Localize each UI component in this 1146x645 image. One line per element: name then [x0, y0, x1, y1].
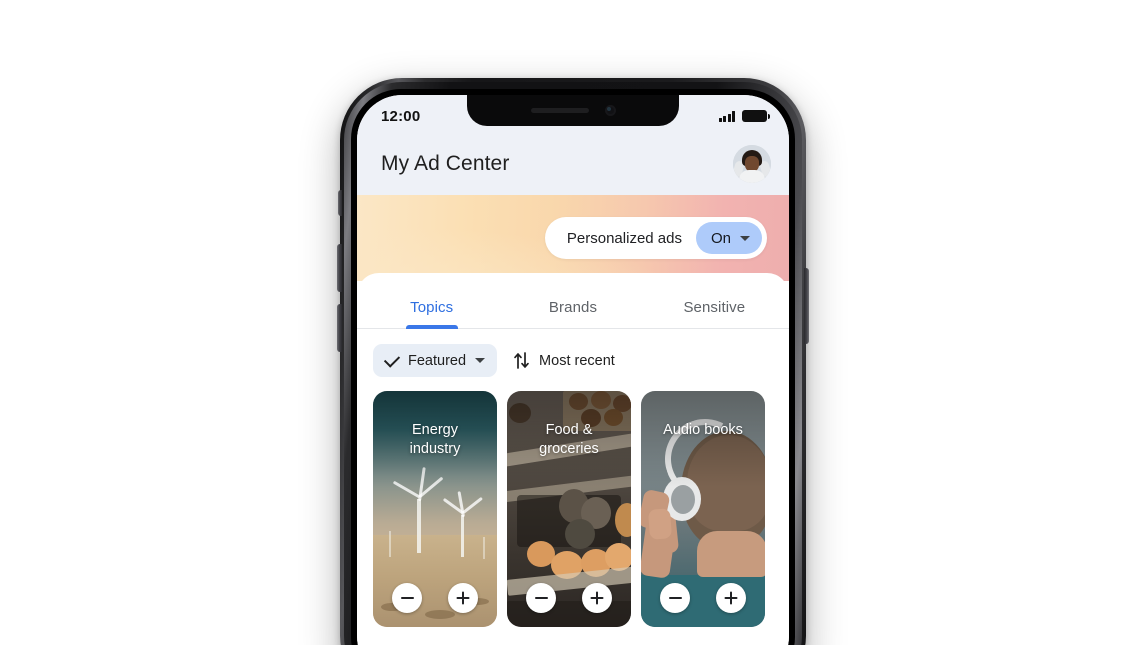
like-topic-button[interactable]	[582, 583, 612, 613]
tab-brands[interactable]: Brands	[502, 299, 643, 328]
card-actions	[641, 583, 765, 613]
page-root: 12:00 My Ad Center Personalized ads On T…	[0, 0, 1146, 645]
topic-title-line2: groceries	[539, 440, 599, 457]
front-camera-icon	[604, 105, 616, 116]
dislike-topic-button[interactable]	[526, 583, 556, 613]
phone-device-frame: 12:00 My Ad Center Personalized ads On T…	[337, 78, 809, 645]
minus-icon	[668, 597, 682, 599]
minus-icon	[534, 597, 548, 599]
volume-down-button[interactable]	[337, 304, 342, 352]
tab-brands-label: Brands	[548, 299, 598, 316]
topic-card-title: Audio books	[649, 421, 757, 440]
topic-title-line2: industry	[409, 440, 461, 457]
topic-card-title: Food & groceries	[515, 421, 623, 458]
featured-filter-label: Featured	[408, 352, 467, 369]
topic-title-line1: Energy	[412, 422, 458, 438]
like-topic-button[interactable]	[448, 583, 478, 613]
sort-control[interactable]: Most recent	[513, 351, 615, 370]
topic-card-food-groceries[interactable]: Food & groceries	[507, 391, 631, 627]
silent-switch[interactable]	[338, 190, 342, 216]
chevron-down-icon	[475, 358, 486, 363]
signal-bars-icon	[718, 110, 735, 122]
tab-sensitive-label: Sensitive	[683, 299, 746, 316]
sort-label: Most recent	[539, 352, 615, 369]
topic-card-title: Energy industry	[381, 421, 489, 458]
volume-up-button[interactable]	[337, 244, 342, 292]
topic-card-audio-books[interactable]: Audio books	[641, 391, 765, 627]
topic-cards-row: Energy industry Food & groceries Audio b…	[357, 391, 789, 627]
filter-row: Featured Most recent	[357, 329, 789, 391]
gradient-banner: Personalized ads On	[357, 195, 789, 281]
phone-notch	[467, 95, 679, 126]
power-button[interactable]	[804, 268, 809, 344]
tab-active-underline	[405, 325, 458, 329]
chevron-down-icon	[740, 235, 750, 241]
dislike-topic-button[interactable]	[660, 583, 690, 613]
dislike-topic-button[interactable]	[392, 583, 422, 613]
page-title: My Ad Center	[381, 152, 510, 175]
topic-title-line1: Audio books	[663, 422, 743, 438]
personalized-ads-state-value: On	[710, 229, 731, 247]
content-sheet: Topics Brands Sensitive Featured Most re…	[357, 273, 789, 645]
status-bar-indicators	[718, 110, 770, 122]
minus-icon	[400, 597, 414, 599]
tab-sensitive[interactable]: Sensitive	[644, 299, 785, 328]
app-header: My Ad Center	[357, 133, 789, 195]
topic-card-energy-industry[interactable]: Energy industry	[373, 391, 497, 627]
check-icon	[383, 350, 401, 368]
avatar[interactable]	[733, 145, 771, 183]
card-actions	[373, 583, 497, 613]
phone-screen: 12:00 My Ad Center Personalized ads On T…	[357, 95, 789, 645]
status-bar-time: 12:00	[381, 107, 421, 125]
sort-arrows-icon	[514, 352, 529, 369]
topic-title-line1: Food &	[545, 422, 593, 438]
tab-bar: Topics Brands Sensitive	[357, 273, 789, 329]
like-topic-button[interactable]	[716, 583, 746, 613]
speaker-grille-icon	[530, 108, 589, 113]
tab-topics-label: Topics	[410, 299, 454, 316]
tab-topics[interactable]: Topics	[361, 299, 502, 329]
featured-filter-chip[interactable]: Featured	[373, 344, 498, 377]
personalized-ads-control[interactable]: Personalized ads On	[544, 217, 767, 259]
personalized-ads-label: Personalized ads	[566, 229, 682, 247]
battery-full-icon	[742, 110, 770, 122]
card-actions	[507, 583, 631, 613]
personalized-ads-state-dropdown[interactable]: On	[695, 222, 762, 254]
